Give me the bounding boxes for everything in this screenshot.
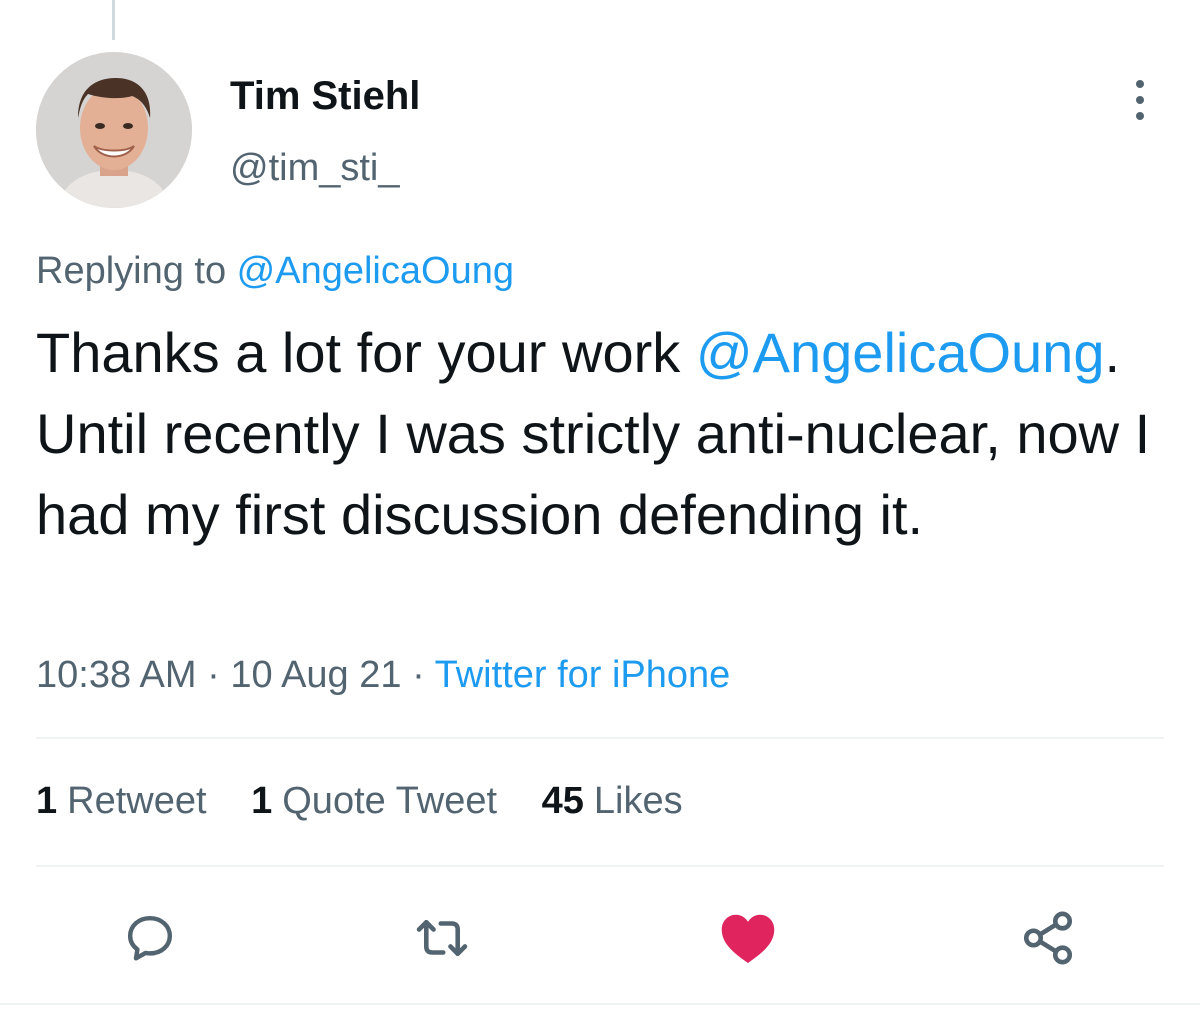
tweet-stats: 1 Retweet 1 Quote Tweet 45 Likes — [36, 778, 717, 824]
author-name[interactable]: Tim Stiehl — [230, 72, 420, 120]
quote-tweet-count: 1 — [251, 780, 273, 822]
more-options-button[interactable] — [1120, 70, 1160, 130]
avatar[interactable] — [36, 52, 192, 208]
likes-label: Likes — [593, 780, 683, 822]
replying-to-label: Replying to — [36, 250, 237, 292]
reply-icon — [127, 915, 173, 961]
heart-icon — [721, 914, 775, 963]
tweet-time[interactable]: 10:38 AM — [36, 654, 197, 696]
author-handle[interactable]: @tim_sti_ — [230, 145, 400, 191]
likes-count-link[interactable]: 45 Likes — [542, 778, 683, 824]
tweet-metadata: 10:38 AM · 10 Aug 21 · Twitter for iPhon… — [36, 652, 730, 698]
tweet-date[interactable]: 10 Aug 21 — [230, 654, 401, 696]
tweet-mention-link[interactable]: @AngelicaOung — [696, 321, 1105, 384]
like-button[interactable] — [718, 908, 778, 968]
reply-button[interactable] — [120, 908, 180, 968]
share-icon — [1023, 911, 1073, 965]
retweet-count: 1 — [36, 780, 58, 822]
bottom-divider — [0, 1003, 1200, 1005]
share-button[interactable] — [1018, 908, 1078, 968]
retweet-button[interactable] — [412, 908, 472, 968]
likes-count: 45 — [541, 780, 584, 822]
divider — [36, 737, 1164, 739]
tweet-text: Thanks a lot for your work @AngelicaOung… — [36, 312, 1176, 555]
meta-separator: · — [401, 654, 435, 696]
replying-to-handle-link[interactable]: @AngelicaOung — [237, 250, 514, 292]
retweet-label: Retweet — [67, 780, 207, 822]
replying-to: Replying to @AngelicaOung — [36, 248, 514, 294]
quote-tweet-label: Quote Tweet — [282, 780, 498, 822]
tweet-source-link[interactable]: Twitter for iPhone — [435, 654, 731, 696]
quote-tweet-count-link[interactable]: 1 Quote Tweet — [251, 778, 497, 824]
thread-connector-line — [112, 0, 115, 40]
retweet-count-link[interactable]: 1 Retweet — [36, 778, 207, 824]
meta-separator: · — [196, 654, 231, 696]
tweet-text-part1: Thanks a lot for your work — [36, 321, 696, 384]
more-vertical-icon — [1136, 80, 1144, 120]
retweet-icon — [416, 919, 468, 957]
divider — [36, 865, 1164, 867]
